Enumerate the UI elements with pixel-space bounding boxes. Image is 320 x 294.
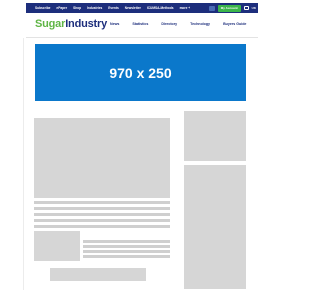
teaser-text-line [83,250,170,253]
nav-item-technology[interactable]: Technology [190,22,210,26]
header-divider [26,37,258,38]
page-left-border [23,38,24,290]
article-image-placeholder[interactable] [34,118,170,198]
top-link-events[interactable]: Events [108,5,118,11]
teaser-image-placeholder[interactable] [34,231,80,261]
article-text-line [34,225,170,228]
top-link-industries[interactable]: Industries [87,5,102,11]
article-text-line [34,207,170,210]
top-link-icumsa-methods[interactable]: ICUMSA-Methods [147,5,174,11]
teaser-text-line [83,240,170,243]
main-nav: News Statistics Directory Technology Buy… [110,21,246,27]
sidebar-skyscraper-placeholder[interactable] [184,165,246,289]
top-link-newsletter[interactable]: Newsletter [125,5,141,11]
ad-banner[interactable]: 970 x 250 [35,44,246,101]
logo-text-industry: Industry [65,18,107,30]
teaser-text-line [83,245,170,248]
region-selector[interactable]: UK [252,6,256,11]
footer-placeholder [50,268,146,281]
nav-item-buyers-guide[interactable]: Buyers Guide [223,22,246,26]
sidebar-ad-placeholder[interactable] [184,111,246,161]
top-link-subscribe[interactable]: Subscribe [35,5,50,11]
nav-item-news[interactable]: News [110,22,119,26]
top-utility-links: Subscribe ePaper Shop Industries Events … [35,5,190,11]
top-utility-actions: My Account UK [208,4,256,12]
teaser-text-line [83,255,170,258]
ad-banner-size-label: 970 x 250 [109,64,172,81]
top-link-more[interactable]: more + [180,5,191,11]
my-account-button[interactable]: My Account [217,4,241,12]
top-link-epaper[interactable]: ePaper [56,5,67,11]
article-text-line [34,213,170,216]
cart-icon[interactable] [243,6,249,10]
nav-item-statistics[interactable]: Statistics [132,22,148,26]
site-logo[interactable]: SugarIndustry [35,17,107,31]
top-link-shop[interactable]: Shop [73,5,81,11]
article-text-line [34,219,170,222]
social-icon[interactable] [208,5,215,11]
logo-text-sugar: Sugar [35,18,66,30]
article-text-line [34,201,170,204]
nav-item-directory[interactable]: Directory [161,22,177,26]
